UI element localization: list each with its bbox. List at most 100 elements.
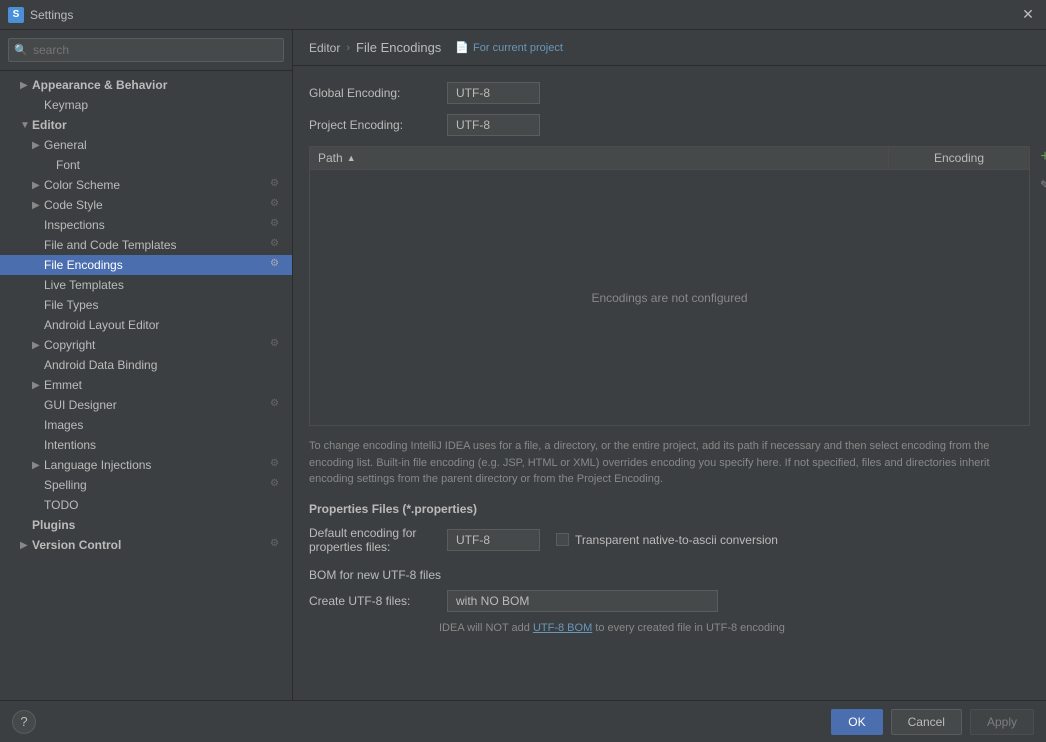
sidebar-item-label: Inspections bbox=[44, 218, 270, 232]
transparent-checkbox-row: Transparent native-to-ascii conversion bbox=[556, 533, 778, 547]
settings-tree: ▶ Appearance & Behavior Keymap ▼ Editor … bbox=[0, 71, 292, 700]
expand-arrow: ▼ bbox=[20, 120, 32, 131]
sidebar-item-file-code-templates[interactable]: File and Code Templates ⚙ bbox=[0, 235, 292, 255]
config-icon: ⚙ bbox=[270, 198, 284, 212]
properties-section: Properties Files (*.properties) Default … bbox=[309, 502, 1030, 554]
expand-arrow: ▶ bbox=[20, 80, 32, 91]
sidebar-item-version-control[interactable]: ▶ Version Control ⚙ bbox=[0, 535, 292, 555]
sidebar-item-label: Color Scheme bbox=[44, 178, 270, 192]
settings-window: S Settings ✕ 🔍 ▶ Appearance & Behavior bbox=[0, 0, 1046, 742]
sidebar-item-label: Plugins bbox=[32, 518, 284, 532]
sidebar-item-font[interactable]: Font bbox=[0, 155, 292, 175]
sidebar-item-general[interactable]: ▶ General bbox=[0, 135, 292, 155]
utf8-bom-link[interactable]: UTF-8 BOM bbox=[533, 622, 592, 634]
properties-encoding-dropdown-wrapper: UTF-8 UTF-16 ISO-8859-1 bbox=[447, 529, 540, 551]
encodings-table: Path ▲ Encoding Encodings are not config… bbox=[309, 146, 1030, 426]
sidebar-item-keymap[interactable]: Keymap bbox=[0, 95, 292, 115]
table-header: Path ▲ Encoding bbox=[310, 147, 1029, 170]
title-bar: S Settings ✕ bbox=[0, 0, 1046, 30]
sidebar-item-file-types[interactable]: File Types bbox=[0, 295, 292, 315]
add-encoding-button[interactable]: + bbox=[1034, 146, 1046, 168]
sidebar-item-label: GUI Designer bbox=[44, 398, 270, 412]
properties-encoding-dropdown[interactable]: UTF-8 UTF-16 ISO-8859-1 bbox=[447, 529, 540, 551]
project-encoding-dropdown[interactable]: UTF-8 UTF-16 ISO-8859-1 bbox=[447, 114, 540, 136]
config-icon: ⚙ bbox=[270, 338, 284, 352]
sidebar-item-android-data[interactable]: Android Data Binding bbox=[0, 355, 292, 375]
default-encoding-row: Default encoding for properties files: U… bbox=[309, 526, 1030, 554]
sidebar-item-label: General bbox=[44, 138, 284, 152]
project-encoding-label: Project Encoding: bbox=[309, 118, 439, 132]
transparent-label: Transparent native-to-ascii conversion bbox=[575, 533, 778, 547]
sidebar-item-copyright[interactable]: ▶ Copyright ⚙ bbox=[0, 335, 292, 355]
bom-title: BOM for new UTF-8 files bbox=[309, 568, 1030, 582]
sidebar-item-label: Android Data Binding bbox=[44, 358, 284, 372]
close-button[interactable]: ✕ bbox=[1018, 5, 1038, 25]
global-encoding-dropdown[interactable]: UTF-8 UTF-16 ISO-8859-1 bbox=[447, 82, 540, 104]
sidebar-item-gui-designer[interactable]: GUI Designer ⚙ bbox=[0, 395, 292, 415]
search-input[interactable] bbox=[8, 38, 284, 62]
sidebar-item-label: Version Control bbox=[32, 538, 270, 552]
expand-arrow: ▶ bbox=[32, 200, 44, 211]
for-current-project-link[interactable]: 📄 For current project bbox=[455, 41, 563, 54]
sidebar-item-label: Font bbox=[56, 158, 284, 172]
path-label: Path bbox=[318, 151, 343, 165]
sidebar: 🔍 ▶ Appearance & Behavior Keymap ▼ bbox=[0, 30, 293, 700]
empty-text: Encodings are not configured bbox=[591, 291, 747, 305]
ok-button[interactable]: OK bbox=[831, 709, 882, 735]
sidebar-item-spelling[interactable]: Spelling ⚙ bbox=[0, 475, 292, 495]
right-panel: Editor › File Encodings 📄 For current pr… bbox=[293, 30, 1046, 700]
sidebar-item-intentions[interactable]: Intentions bbox=[0, 435, 292, 455]
config-icon: ⚙ bbox=[270, 218, 284, 232]
for-project-label: For current project bbox=[473, 42, 563, 54]
config-icon: ⚙ bbox=[270, 238, 284, 252]
bottom-bar: ? OK Cancel Apply bbox=[0, 700, 1046, 742]
breadcrumb-arrow: › bbox=[346, 42, 350, 54]
sidebar-item-label: Keymap bbox=[44, 98, 284, 112]
edit-encoding-button[interactable]: ✎ bbox=[1034, 174, 1046, 196]
expand-arrow: ▶ bbox=[32, 340, 44, 351]
search-icon: 🔍 bbox=[14, 44, 28, 57]
sidebar-item-file-encodings[interactable]: File Encodings ⚙ bbox=[0, 255, 292, 275]
sidebar-item-lang-injections[interactable]: ▶ Language Injections ⚙ bbox=[0, 455, 292, 475]
expand-arrow: ▶ bbox=[32, 180, 44, 191]
sidebar-item-emmet[interactable]: ▶ Emmet bbox=[0, 375, 292, 395]
table-empty-state: Encodings are not configured bbox=[310, 170, 1029, 425]
apply-button[interactable]: Apply bbox=[970, 709, 1034, 735]
sidebar-item-code-style[interactable]: ▶ Code Style ⚙ bbox=[0, 195, 292, 215]
encodings-table-container: Path ▲ Encoding Encodings are not config… bbox=[309, 146, 1030, 426]
sidebar-item-label: Emmet bbox=[44, 378, 284, 392]
sidebar-item-appearance[interactable]: ▶ Appearance & Behavior bbox=[0, 75, 292, 95]
help-button[interactable]: ? bbox=[12, 710, 36, 734]
sidebar-item-label: File and Code Templates bbox=[44, 238, 270, 252]
col-path-header[interactable]: Path ▲ bbox=[310, 147, 889, 169]
create-utf8-row: Create UTF-8 files: with NO BOM with BOM… bbox=[309, 590, 1030, 612]
sidebar-item-images[interactable]: Images bbox=[0, 415, 292, 435]
sidebar-item-live-templates[interactable]: Live Templates bbox=[0, 275, 292, 295]
sidebar-item-android-layout[interactable]: Android Layout Editor bbox=[0, 315, 292, 335]
search-box: 🔍 bbox=[0, 30, 292, 71]
sort-arrow: ▲ bbox=[347, 153, 356, 163]
create-label: Create UTF-8 files: bbox=[309, 594, 439, 608]
bom-dropdown[interactable]: with NO BOM with BOM with BOM on Windows… bbox=[447, 590, 718, 612]
sidebar-item-label: File Encodings bbox=[44, 258, 270, 272]
sidebar-item-plugins[interactable]: Plugins bbox=[0, 515, 292, 535]
project-encoding-row: Project Encoding: UTF-8 UTF-16 ISO-8859-… bbox=[309, 114, 1030, 136]
sidebar-item-inspections[interactable]: Inspections ⚙ bbox=[0, 215, 292, 235]
properties-section-title: Properties Files (*.properties) bbox=[309, 502, 1030, 516]
main-content: 🔍 ▶ Appearance & Behavior Keymap ▼ bbox=[0, 30, 1046, 700]
expand-arrow: ▶ bbox=[32, 380, 44, 391]
sidebar-item-editor[interactable]: ▼ Editor bbox=[0, 115, 292, 135]
sidebar-item-todo[interactable]: TODO bbox=[0, 495, 292, 515]
sidebar-item-color-scheme[interactable]: ▶ Color Scheme ⚙ bbox=[0, 175, 292, 195]
transparent-checkbox[interactable] bbox=[556, 533, 569, 546]
document-icon: 📄 bbox=[455, 41, 469, 54]
app-icon: S bbox=[8, 7, 24, 23]
cancel-button[interactable]: Cancel bbox=[891, 709, 962, 735]
sidebar-item-label: Images bbox=[44, 418, 284, 432]
sidebar-item-label: Code Style bbox=[44, 198, 270, 212]
sidebar-item-label: Spelling bbox=[44, 478, 270, 492]
panel-body: Global Encoding: UTF-8 UTF-16 ISO-8859-1… bbox=[293, 66, 1046, 700]
col-encoding-header[interactable]: Encoding bbox=[889, 147, 1029, 169]
default-encoding-label: Default encoding for properties files: bbox=[309, 526, 439, 554]
sidebar-item-label: Android Layout Editor bbox=[44, 318, 284, 332]
